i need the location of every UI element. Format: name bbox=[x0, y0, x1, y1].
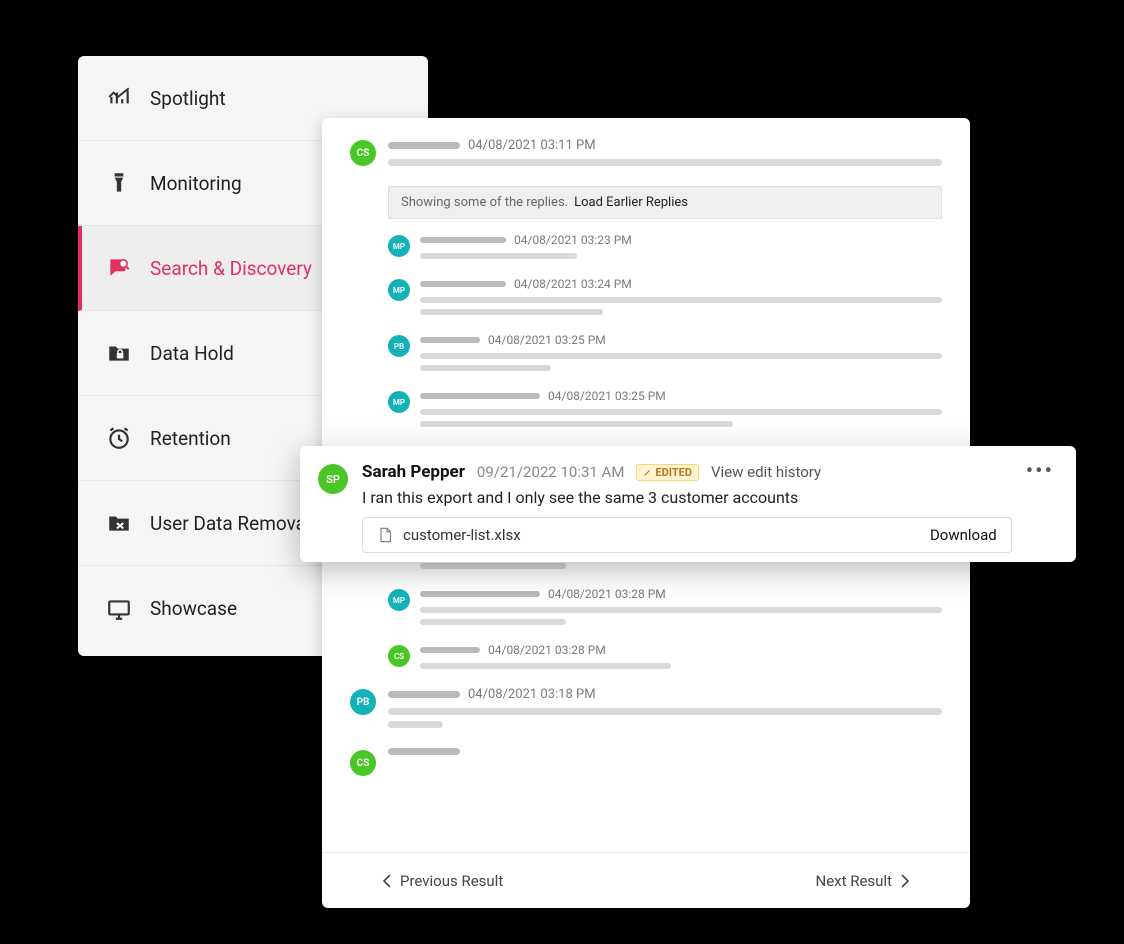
avatar: SP bbox=[318, 464, 348, 494]
avatar: PB bbox=[388, 335, 410, 357]
text-placeholder bbox=[420, 297, 942, 303]
prev-label: Previous Result bbox=[400, 872, 503, 890]
download-button[interactable]: Download bbox=[930, 526, 997, 544]
sidebar-item-label: Monitoring bbox=[150, 172, 242, 195]
pencil-icon bbox=[643, 468, 652, 477]
chevron-left-icon bbox=[382, 874, 392, 888]
sidebar-item-label: Retention bbox=[150, 427, 231, 450]
reply-row[interactable]: MP 04/08/2021 03:24 PM bbox=[388, 277, 942, 321]
text-placeholder bbox=[420, 409, 942, 415]
chevron-right-icon bbox=[900, 874, 910, 888]
folder-lock-icon bbox=[106, 340, 132, 366]
name-placeholder bbox=[420, 281, 506, 287]
reply-row[interactable] bbox=[388, 563, 942, 575]
timestamp: 04/08/2021 03:24 PM bbox=[514, 277, 632, 291]
text-placeholder bbox=[420, 619, 566, 625]
avatar: CS bbox=[388, 645, 410, 667]
name-placeholder bbox=[420, 237, 506, 243]
timestamp: 04/08/2021 03:25 PM bbox=[488, 333, 606, 347]
reply-row[interactable]: CS 04/08/2021 03:28 PM bbox=[388, 643, 942, 675]
alarm-clock-icon bbox=[106, 425, 132, 451]
message-row[interactable]: CS bbox=[350, 748, 942, 776]
message-row[interactable]: PB 04/08/2021 03:18 PM bbox=[350, 687, 942, 734]
text-placeholder bbox=[420, 309, 603, 315]
reply-row[interactable]: PB 04/08/2021 03:25 PM bbox=[388, 333, 942, 377]
spotlight-icon bbox=[106, 85, 132, 111]
replies-banner-text: Showing some of the replies. bbox=[401, 195, 568, 210]
name-placeholder bbox=[388, 748, 460, 755]
name-placeholder bbox=[388, 142, 460, 149]
next-result-button[interactable]: Next Result bbox=[816, 872, 911, 890]
text-placeholder bbox=[388, 721, 443, 728]
edited-label: EDITED bbox=[655, 466, 692, 479]
sidebar-item-label: User Data Removal bbox=[150, 512, 311, 535]
name-placeholder bbox=[420, 393, 540, 399]
timestamp: 04/08/2021 03:23 PM bbox=[514, 233, 632, 247]
text-placeholder bbox=[420, 253, 577, 259]
name-placeholder bbox=[420, 337, 480, 343]
sidebar-item-label: Data Hold bbox=[150, 342, 234, 365]
view-edit-history-link[interactable]: View edit history bbox=[711, 463, 821, 481]
avatar: MP bbox=[388, 235, 410, 257]
overflow-menu-button[interactable]: ••• bbox=[1026, 466, 1054, 544]
avatar: MP bbox=[388, 279, 410, 301]
highlighted-message-card: SP Sarah Pepper 09/21/2022 10:31 AM EDIT… bbox=[300, 446, 1076, 562]
sidebar-item-label: Search & Discovery bbox=[150, 257, 312, 280]
next-label: Next Result bbox=[816, 872, 893, 890]
name-placeholder bbox=[420, 591, 540, 597]
reply-row[interactable]: MP 04/08/2021 03:25 PM bbox=[388, 389, 942, 433]
folder-delete-icon bbox=[106, 510, 132, 536]
result-pager: Previous Result Next Result bbox=[322, 852, 970, 908]
timestamp: 04/08/2021 03:18 PM bbox=[468, 687, 596, 702]
message-text: I ran this export and I only see the sam… bbox=[362, 488, 1012, 507]
text-placeholder bbox=[420, 353, 942, 359]
timestamp: 04/08/2021 03:28 PM bbox=[548, 587, 666, 601]
flashlight-icon bbox=[106, 170, 132, 196]
reply-row[interactable]: MP 04/08/2021 03:28 PM bbox=[388, 587, 942, 631]
timestamp: 04/08/2021 03:11 PM bbox=[468, 138, 596, 153]
text-placeholder bbox=[388, 708, 942, 715]
text-placeholder bbox=[420, 421, 733, 427]
avatar: PB bbox=[350, 689, 376, 715]
text-placeholder bbox=[388, 159, 942, 166]
message-row[interactable]: CS 04/08/2021 03:11 PM bbox=[350, 138, 942, 172]
text-placeholder bbox=[420, 365, 551, 371]
author-name: Sarah Pepper bbox=[362, 462, 465, 482]
timestamp: 09/21/2022 10:31 AM bbox=[477, 463, 625, 481]
avatar: CS bbox=[350, 140, 376, 166]
text-placeholder bbox=[420, 607, 942, 613]
monitor-icon bbox=[106, 596, 132, 622]
avatar: MP bbox=[388, 589, 410, 611]
file-name: customer-list.xlsx bbox=[403, 526, 920, 544]
text-placeholder bbox=[420, 563, 566, 569]
load-earlier-replies-link[interactable]: Load Earlier Replies bbox=[574, 195, 688, 210]
search-chat-icon bbox=[106, 255, 132, 281]
avatar: MP bbox=[388, 391, 410, 413]
sidebar-item-label: Showcase bbox=[150, 597, 237, 620]
timestamp: 04/08/2021 03:25 PM bbox=[548, 389, 666, 403]
avatar: CS bbox=[350, 750, 376, 776]
previous-result-button[interactable]: Previous Result bbox=[382, 872, 503, 890]
text-placeholder bbox=[420, 663, 671, 669]
sidebar-item-label: Spotlight bbox=[150, 87, 226, 110]
name-placeholder bbox=[388, 691, 460, 698]
attachment-row: customer-list.xlsx Download bbox=[362, 517, 1012, 553]
reply-row[interactable]: MP 04/08/2021 03:23 PM bbox=[388, 233, 942, 265]
load-earlier-replies-banner[interactable]: Showing some of the replies. Load Earlie… bbox=[388, 186, 942, 219]
timestamp: 04/08/2021 03:28 PM bbox=[488, 643, 606, 657]
name-placeholder bbox=[420, 647, 480, 653]
file-icon bbox=[377, 526, 393, 544]
edited-badge: EDITED bbox=[636, 464, 699, 481]
